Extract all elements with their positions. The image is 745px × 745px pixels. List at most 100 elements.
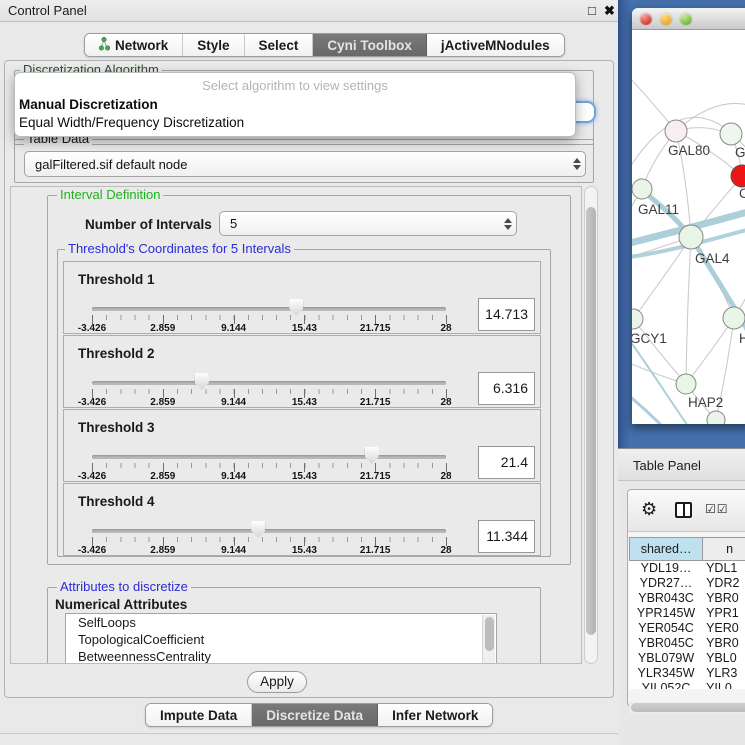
tab-cyni-toolbox[interactable]: Cyni Toolbox xyxy=(313,34,427,56)
settings-scrollbar-thumb[interactable] xyxy=(586,207,596,635)
node-label: GCY1 xyxy=(632,331,667,346)
table-row[interactable]: YBR043CYBR0 xyxy=(629,591,745,606)
number-of-intervals-value: 5 xyxy=(220,216,500,231)
tab-label: Infer Network xyxy=(392,708,478,723)
threshold-3-slider-thumb[interactable] xyxy=(365,447,379,464)
number-of-intervals-combobox[interactable]: 5 xyxy=(219,211,517,236)
slider-tick-labels: -3.426 2.859 9.144 15.43 21.715 28 xyxy=(92,545,446,556)
numerical-attributes-label: Numerical Attributes xyxy=(55,597,187,612)
table-horizontal-scrollbar[interactable] xyxy=(629,702,745,714)
tab-style[interactable]: Style xyxy=(183,34,244,56)
threshold-1-slider-thumb[interactable] xyxy=(289,299,303,316)
table-row[interactable]: YDL19…YDL1 xyxy=(629,561,745,576)
algorithm-option-equal-width[interactable]: Equal Width/Frequency Discretization xyxy=(19,115,244,130)
tab-label: Style xyxy=(197,38,229,53)
node-h[interactable] xyxy=(723,307,745,329)
table-row[interactable]: YBR045CYBR0 xyxy=(629,636,745,651)
table-data-combobox[interactable]: galFiltered.sif default node xyxy=(24,151,586,177)
network-window-titlebar[interactable] xyxy=(632,8,745,30)
list-item[interactable]: SelfLoops xyxy=(66,614,496,631)
threshold-2-slider-track[interactable] xyxy=(92,381,446,385)
tab-impute-data[interactable]: Impute Data xyxy=(146,704,252,726)
network-view-window[interactable]: GAL80 G. C GAL11 GAL4 GCY1 H HAP2 xyxy=(632,8,745,424)
threshold-3-slider-track[interactable] xyxy=(92,455,446,459)
threshold-4-panel: Threshold 4 -3.426 2.859 9.144 15.43 21.… xyxy=(63,483,541,556)
tab-infer-network[interactable]: Infer Network xyxy=(378,704,492,726)
tab-select[interactable]: Select xyxy=(245,34,314,56)
node-gal11[interactable] xyxy=(632,179,652,199)
list-item[interactable]: TopologicalCoefficient xyxy=(66,631,496,648)
gear-icon[interactable]: ⚙ xyxy=(641,499,657,520)
zoom-traffic-light-icon[interactable] xyxy=(680,13,692,25)
table-panel-titlebar: Table Panel xyxy=(618,448,745,481)
threshold-4-slider-track[interactable] xyxy=(92,529,446,533)
minimize-traffic-light-icon[interactable] xyxy=(660,13,672,25)
settings-scrollbar[interactable] xyxy=(584,186,598,664)
node-label: HAP2 xyxy=(688,395,723,410)
table-row[interactable]: YDR27…YDR2 xyxy=(629,576,745,591)
number-of-intervals-label: Number of Intervals xyxy=(85,217,212,232)
select-columns-icon[interactable]: ☑☑ xyxy=(705,502,729,516)
screenshot-root: Control Panel □ ✖ Network Style Select xyxy=(0,0,745,745)
list-scrollbar[interactable] xyxy=(482,615,495,664)
thresholds-group-title: Threshold's Coordinates for 5 Intervals xyxy=(65,242,294,255)
top-tabstrip: Network Style Select Cyni Toolbox jActiv… xyxy=(84,33,565,57)
threshold-4-label: Threshold 4 xyxy=(78,494,155,509)
threshold-2-panel: Threshold 2 -3.426 2.859 9.144 15.43 21.… xyxy=(63,335,541,408)
threshold-4-slider-thumb[interactable] xyxy=(251,521,265,538)
table-row[interactable]: YER054CYER0 xyxy=(629,621,745,636)
table-row[interactable]: YIL052CYIL0 xyxy=(629,681,745,689)
network-canvas[interactable]: GAL80 G. C GAL11 GAL4 GCY1 H HAP2 xyxy=(632,30,745,424)
stepper-arrows-icon xyxy=(569,152,585,176)
node-bottom[interactable] xyxy=(707,411,725,424)
algorithm-option-manual[interactable]: Manual Discretization xyxy=(19,97,158,112)
settings-scrollpane: Interval Definition Number of Intervals … xyxy=(10,186,582,664)
network-nodes[interactable] xyxy=(632,120,745,424)
column-layout-icon[interactable] xyxy=(675,502,692,518)
stepper-arrows-icon xyxy=(500,212,516,235)
node-gcy1[interactable] xyxy=(632,309,643,329)
column-header-name[interactable]: n xyxy=(703,537,745,561)
tab-jactivemnodules[interactable]: jActiveMNodules xyxy=(427,34,564,56)
apply-button[interactable]: Apply xyxy=(247,671,307,693)
tab-label: Cyni Toolbox xyxy=(327,38,412,53)
threshold-1-value-field[interactable]: 14.713 xyxy=(478,298,535,331)
network-icon xyxy=(99,37,110,54)
threshold-2-slider-thumb[interactable] xyxy=(195,373,209,390)
column-header-shared[interactable]: shared… xyxy=(629,537,703,561)
list-scrollbar-thumb[interactable] xyxy=(485,617,494,651)
tab-label: Network xyxy=(115,38,168,53)
threshold-1-slider-track[interactable] xyxy=(92,307,446,311)
table-row[interactable]: YBL079WYBL0 xyxy=(629,651,745,666)
float-window-icon[interactable]: □ xyxy=(588,3,596,18)
node-label: GAL11 xyxy=(638,202,679,217)
slider-ticks xyxy=(92,315,447,320)
threshold-3-value-field[interactable]: 21.4 xyxy=(478,446,535,479)
threshold-4-value-field[interactable]: 11.344 xyxy=(478,520,535,553)
table-panel-body: ⚙ ☑☑ shared… n YDL19…YDL1 YDR27…YDR2 YBR… xyxy=(618,481,745,745)
node-label: H xyxy=(739,331,745,346)
tab-network[interactable]: Network xyxy=(85,34,183,56)
tab-label: Select xyxy=(259,38,299,53)
node-hap2[interactable] xyxy=(676,374,696,394)
threshold-1-panel: Threshold 1 -3.426 2.859 9.144 15.43 21.… xyxy=(63,261,541,334)
threshold-2-value-field[interactable]: 6.316 xyxy=(478,372,535,405)
bottom-tabstrip: Impute Data Discretize Data Infer Networ… xyxy=(145,703,493,727)
node-label: GAL80 xyxy=(668,143,710,158)
threshold-3-panel: Threshold 3 -3.426 2.859 9.144 15.43 21.… xyxy=(63,409,541,482)
close-traffic-light-icon[interactable] xyxy=(640,13,652,25)
list-item[interactable]: BetweennessCentrality xyxy=(66,648,496,664)
tab-discretize-data[interactable]: Discretize Data xyxy=(252,704,378,726)
algorithm-dropdown-popup: Select algorithm to view settings Manual… xyxy=(14,72,576,137)
node-top-right[interactable] xyxy=(720,123,742,145)
table-data-combobox-value: galFiltered.sif default node xyxy=(25,157,569,172)
node-table: shared… n YDL19…YDL1 YDR27…YDR2 YBR043CY… xyxy=(629,537,745,689)
close-panel-icon[interactable]: ✖ xyxy=(604,3,615,19)
table-row[interactable]: YLR345WYLR3 xyxy=(629,666,745,681)
node-gal4[interactable] xyxy=(679,225,703,249)
numerical-attributes-list[interactable]: SelfLoops TopologicalCoefficient Between… xyxy=(65,613,497,664)
node-gal80[interactable] xyxy=(665,120,687,142)
table-horizontal-scrollbar-thumb[interactable] xyxy=(631,703,745,712)
table-row[interactable]: YPR145WYPR1 xyxy=(629,606,745,621)
node-label: C xyxy=(739,186,745,201)
